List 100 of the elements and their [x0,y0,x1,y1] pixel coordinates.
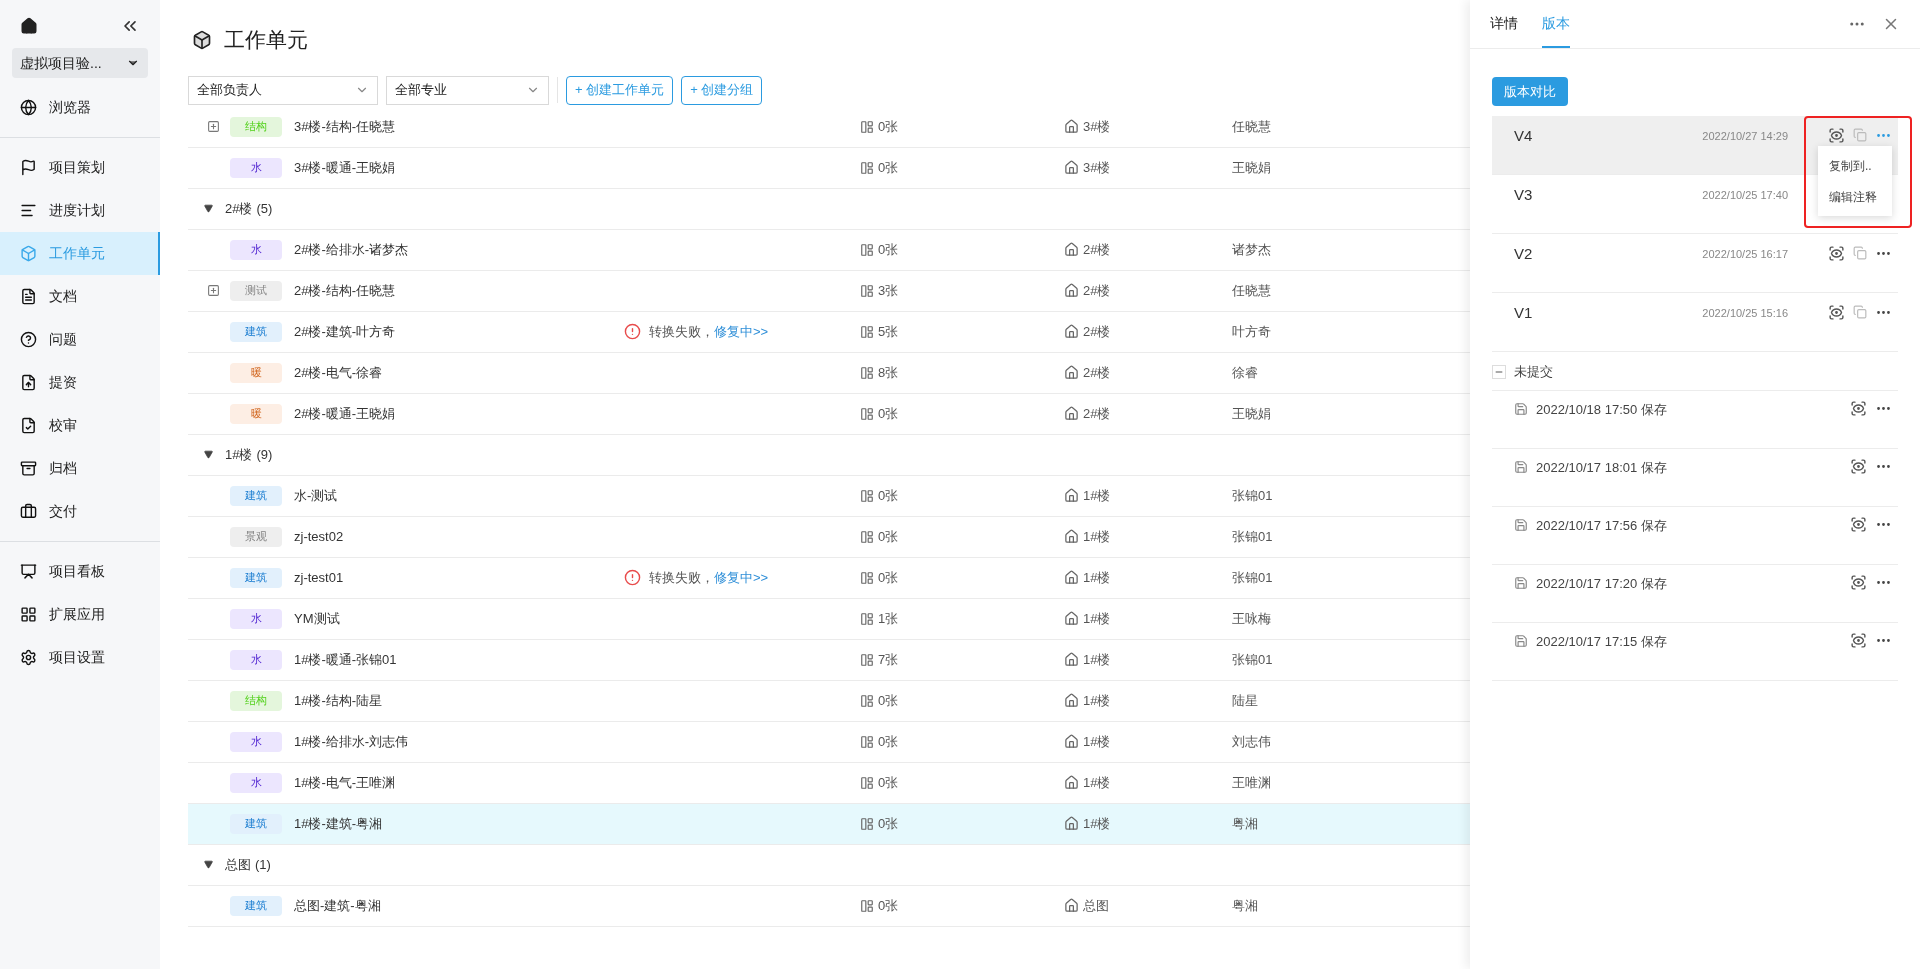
project-select[interactable]: 虚拟项目验... [12,48,148,78]
table-row[interactable]: 建筑 1#楼-建筑-粤湘 0张 1#楼 粤湘 [188,803,1470,845]
unit-name: 1#楼-结构-陆星 [294,691,384,710]
table-row[interactable]: 建筑 zj-test01 转换失败，修复中>> 0张 1#楼 张锦01 [188,557,1470,599]
table-row[interactable]: 结构 3#楼-结构-任晓慧 0张 3#楼 任晓慧 [188,106,1470,148]
floor-label: 1#楼 [1083,691,1111,710]
table-row[interactable]: 结构 1#楼-结构-陆星 0张 1#楼 陆星 [188,680,1470,722]
menu-item[interactable]: 编辑注释 [1818,181,1892,212]
grid-icon [20,606,37,623]
unit-name: 2#楼-电气-徐睿 [294,363,384,382]
owner-name: 诸梦杰 [1232,240,1271,259]
discipline-tag: 水 [230,649,282,670]
preview-icon[interactable] [1850,632,1867,649]
discipline-tag: 水 [230,608,282,629]
sidebar-item[interactable]: 交付 [0,490,160,533]
page-title: 工作单元 [224,27,308,53]
collapse-toggle[interactable] [1492,364,1506,379]
table-row[interactable]: 测试 2#楼-结构-任晓慧 3张 2#楼 任晓慧 [188,270,1470,312]
sidebar-item[interactable]: 归档 [0,447,160,490]
caret-icon[interactable] [204,204,213,213]
section-title: 未提交 [1514,362,1553,381]
sheet-icon [860,734,874,749]
sidebar-item[interactable]: 提资 [0,361,160,404]
sheet-count: 0张 [878,240,899,259]
house-icon [1064,406,1079,421]
floor-label: 1#楼 [1083,568,1111,587]
group-title: 1#楼 [225,445,253,464]
caret-icon[interactable] [204,860,213,869]
preview-icon[interactable] [1850,574,1867,591]
owner-name: 张锦01 [1232,650,1273,669]
sidebar-item[interactable]: 问题 [0,318,160,361]
home-icon[interactable] [20,17,38,35]
floor-label: 1#楼 [1083,773,1111,792]
discipline-tag: 建筑 [230,813,282,834]
save-icon [1514,460,1528,474]
version-label: V4 [1514,126,1534,146]
error-text: 转换失败，修复中>> [649,322,769,341]
discipline-tag: 测试 [230,280,282,301]
sidebar-item[interactable]: 扩展应用 [0,593,160,636]
chart-board-icon [20,563,37,580]
house-icon [1064,775,1079,790]
table-row[interactable]: 景观 zj-test02 0张 1#楼 张锦01 [188,516,1470,558]
house-icon [1064,693,1079,708]
expand-icon[interactable] [206,120,220,133]
house-icon [1064,324,1079,339]
repair-link[interactable]: 修复中>> [714,323,769,339]
filter-select[interactable]: 全部负责人 [188,75,378,105]
table-row[interactable]: 暖 2#楼-电气-徐睿 8张 2#楼 徐睿 [188,352,1470,394]
table-row[interactable]: 水 2#楼-给排水-诸梦杰 0张 2#楼 诸梦杰 [188,229,1470,271]
sheet-icon [860,119,874,134]
archive-icon [20,460,37,477]
sheet-icon [860,652,874,667]
preview-icon[interactable] [1828,127,1845,144]
unit-name: 2#楼-给排水-诸梦杰 [294,240,410,259]
file-icon [20,288,37,305]
sheet-icon [860,816,874,831]
sidebar-item[interactable]: 项目看板 [0,550,160,593]
sheet-count: 3张 [878,281,899,300]
save-icon [1514,634,1528,648]
table-row[interactable]: 暖 2#楼-暖通-王晓娟 0张 2#楼 王晓娟 [188,393,1470,435]
filter-select[interactable]: 全部专业 [386,75,549,105]
unit-name: 1#楼-电气-王唯渊 [294,773,397,792]
table-row[interactable]: 建筑 2#楼-建筑-叶方奇 转换失败，修复中>> 5张 2#楼 叶方奇 [188,311,1470,353]
group-title: 2#楼 [225,199,253,218]
caret-icon[interactable] [204,450,213,459]
sidebar-item[interactable]: 文档 [0,275,160,318]
table-row[interactable]: 水 1#楼-给排水-刘志伟 0张 1#楼 刘志伟 [188,721,1470,763]
version-time: 2022/10/25 17:40 [1702,188,1788,203]
preview-icon[interactable] [1850,516,1867,533]
table-row[interactable]: 水 YM测试 1张 1#楼 王咏梅 [188,598,1470,640]
floor-label: 3#楼 [1083,117,1111,136]
preview-icon[interactable] [1850,458,1867,475]
sidebar-item[interactable]: 项目设置 [0,636,160,679]
sidebar-item[interactable]: 项目策划 [0,146,160,189]
sidebar-item[interactable]: 进度计划 [0,189,160,232]
preview-icon[interactable] [1850,400,1867,417]
floor-label: 1#楼 [1083,527,1111,546]
discipline-tag: 水 [230,772,282,793]
sidebar-item[interactable]: 校审 [0,404,160,447]
sheet-icon [860,406,874,421]
table-row[interactable]: 水 1#楼-电气-王唯渊 0张 1#楼 王唯渊 [188,762,1470,804]
house-icon [1064,570,1079,585]
table-row[interactable]: 水 3#楼-暖通-王晓娟 0张 3#楼 王晓娟 [188,147,1470,189]
sidebar-item[interactable]: 浏览器 [0,86,160,129]
sheet-count: 0张 [878,814,899,833]
table-row[interactable]: 水 1#楼-暖通-张锦01 7张 1#楼 张锦01 [188,639,1470,681]
sheet-count: 0张 [878,568,899,587]
owner-name: 陆星 [1232,691,1258,710]
repair-link[interactable]: 修复中>> [714,569,769,585]
sheet-icon [860,775,874,790]
table-row[interactable]: 建筑 水-测试 0张 1#楼 张锦01 [188,475,1470,517]
group-count: (5) [256,199,273,218]
expand-icon[interactable] [206,284,220,297]
preview-icon[interactable] [1828,245,1845,262]
table-row[interactable]: 建筑 总图-建筑-粤湘 0张 总图 粤湘 [188,885,1470,927]
preview-icon[interactable] [1828,304,1845,321]
panel-tab[interactable]: 详情 [1490,0,1518,48]
house-icon [1064,652,1079,667]
sheet-count: 0张 [878,691,899,710]
sheet-count: 0张 [878,404,899,423]
